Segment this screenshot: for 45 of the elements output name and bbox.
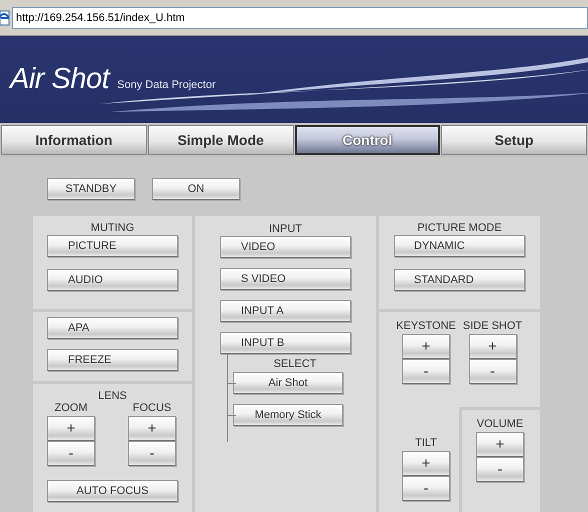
power-button[interactable]: STANDBY bbox=[47, 178, 135, 200]
browser-page-icon bbox=[0, 10, 10, 26]
minus-button[interactable]: - bbox=[402, 476, 450, 501]
function-button[interactable]: FREEZE bbox=[47, 349, 178, 371]
plus-button[interactable]: + bbox=[402, 451, 450, 476]
input-button[interactable]: VIDEO bbox=[220, 236, 351, 258]
input-button[interactable]: INPUT B bbox=[220, 332, 351, 354]
picture-mode-button[interactable]: STANDARD bbox=[394, 269, 525, 291]
minus-button[interactable]: - bbox=[402, 359, 450, 384]
minus-button[interactable]: - bbox=[128, 441, 176, 466]
address-field[interactable]: http://169.254.156.51/index_U.htm bbox=[12, 6, 588, 28]
input-button[interactable]: S VIDEO bbox=[220, 268, 351, 290]
select-button[interactable]: Memory Stick bbox=[233, 404, 343, 426]
muting-button[interactable]: PICTURE bbox=[47, 235, 178, 257]
function-button[interactable]: APA bbox=[47, 317, 178, 339]
plus-button[interactable]: + bbox=[47, 416, 95, 441]
select-button[interactable]: Air Shot bbox=[233, 372, 343, 394]
tab[interactable]: Information bbox=[1, 125, 147, 155]
section-title: SELECT bbox=[272, 358, 318, 370]
adjuster-label: KEYSTONE bbox=[396, 320, 456, 332]
adjuster-label: TILT bbox=[415, 437, 437, 449]
section-title: PICTURE MODE bbox=[416, 222, 503, 234]
tab[interactable]: Setup bbox=[441, 125, 587, 155]
minus-button[interactable]: - bbox=[476, 457, 524, 482]
picture-mode-button[interactable]: DYNAMIC bbox=[394, 235, 525, 257]
input-button[interactable]: INPUT A bbox=[220, 300, 351, 322]
adjuster-label: SIDE SHOT bbox=[462, 320, 522, 332]
plus-button[interactable]: + bbox=[476, 432, 524, 457]
adjuster-label: FOCUS bbox=[132, 402, 172, 414]
minus-button[interactable]: - bbox=[468, 359, 516, 384]
section-title: INPUT bbox=[268, 223, 303, 235]
plus-button[interactable]: + bbox=[128, 416, 176, 441]
power-button[interactable]: ON bbox=[152, 178, 240, 200]
tab[interactable]: Simple Mode bbox=[148, 125, 294, 155]
auto-focus-button[interactable]: AUTO FOCUS bbox=[47, 480, 178, 502]
minus-button[interactable]: - bbox=[47, 441, 95, 466]
adjuster-label: VOLUME bbox=[476, 418, 524, 430]
product-subtitle: Sony Data Projector bbox=[117, 79, 216, 91]
plus-button[interactable]: + bbox=[402, 334, 450, 359]
muting-button[interactable]: AUDIO bbox=[47, 269, 178, 291]
adjuster-label: ZOOM bbox=[54, 402, 88, 414]
section-title: MUTING bbox=[90, 222, 136, 234]
product-title: Air Shot bbox=[10, 63, 110, 96]
plus-button[interactable]: + bbox=[468, 334, 516, 359]
section-title: LENS bbox=[97, 390, 128, 402]
